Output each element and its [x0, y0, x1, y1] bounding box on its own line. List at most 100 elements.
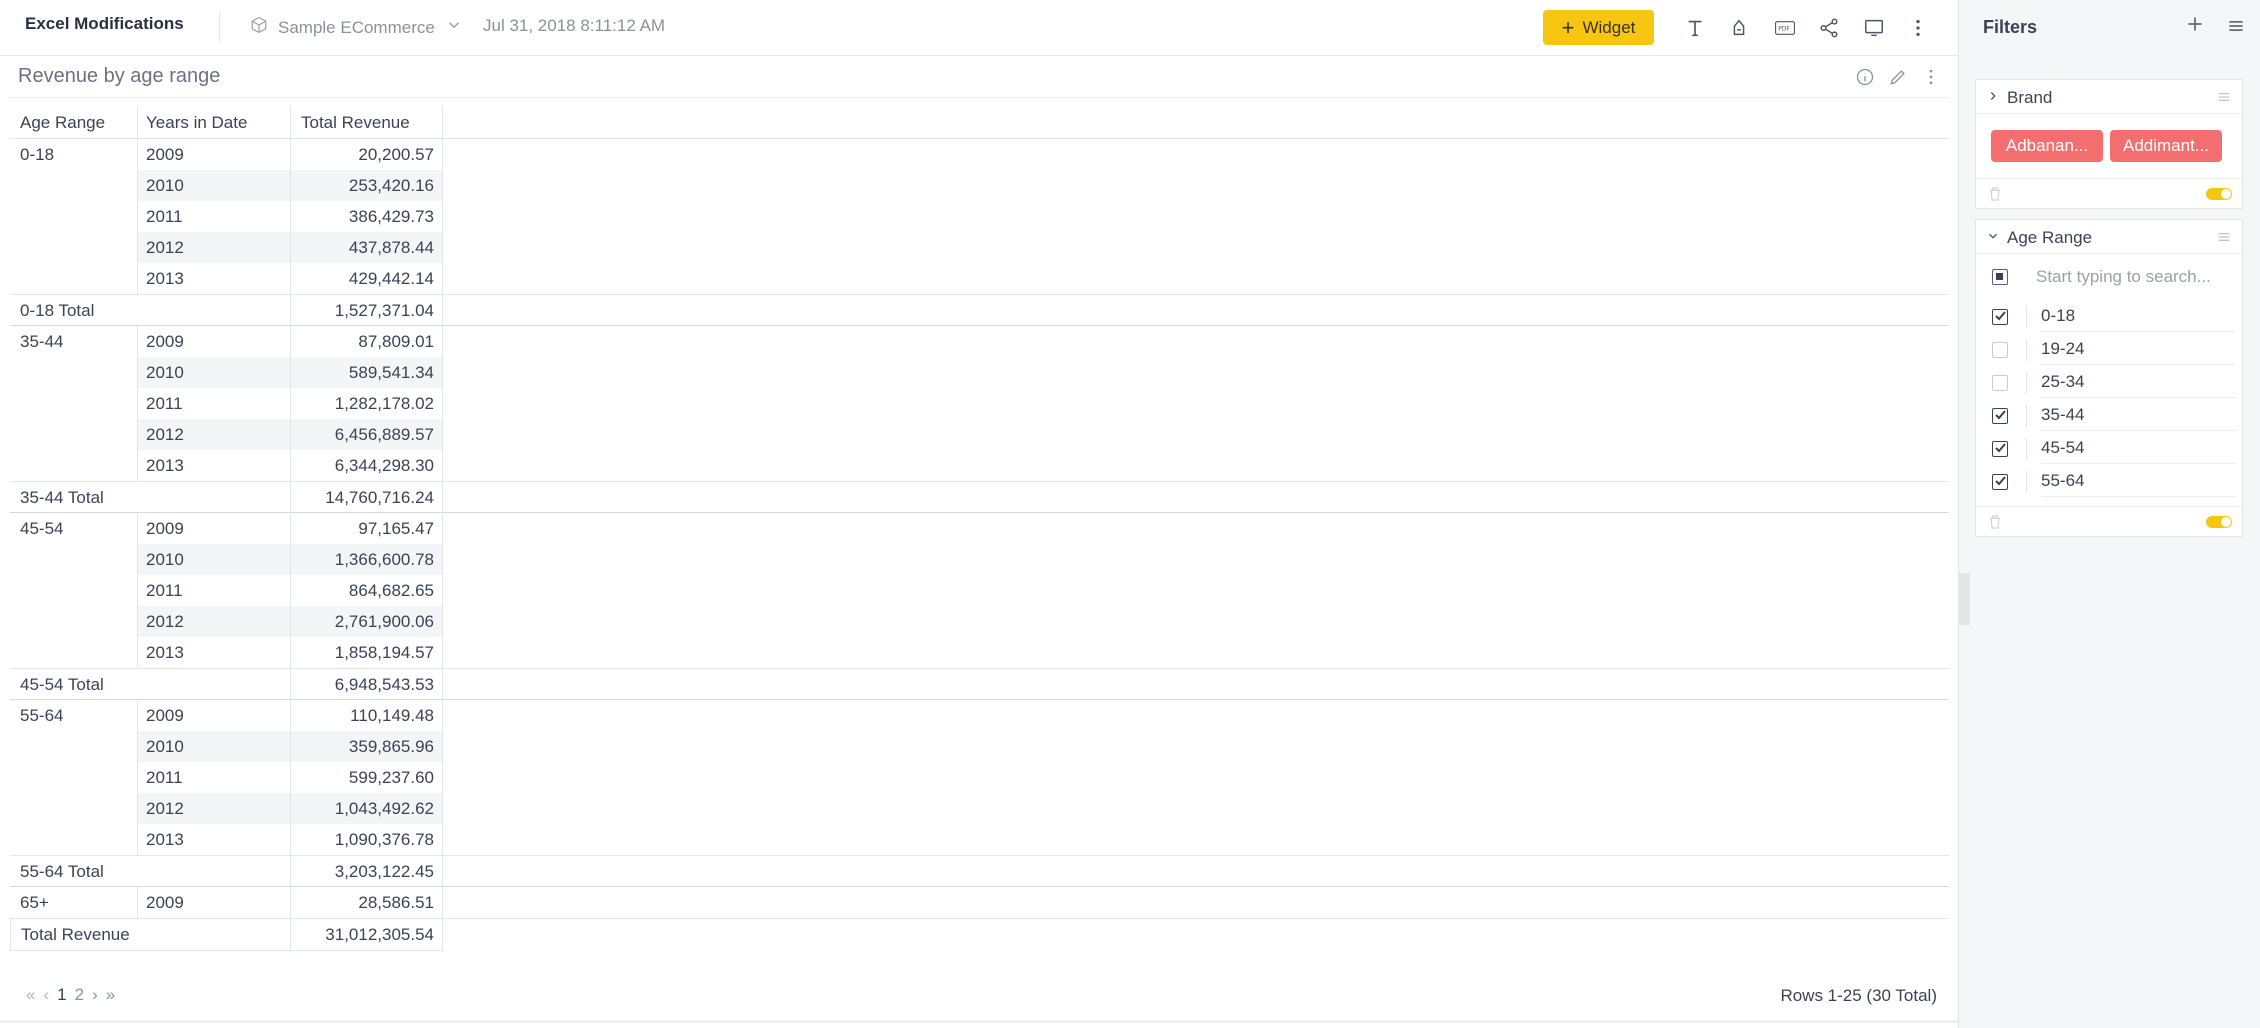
- drag-handle-icon[interactable]: [2216, 89, 2232, 110]
- revenue-cell: 1,090,376.78: [291, 824, 443, 855]
- svg-text:PDF: PDF: [1778, 27, 1790, 33]
- table-row: 55-64 2009 110,149.48: [10, 700, 1949, 731]
- grand-total-value: 31,012,305.54: [291, 919, 443, 951]
- add-filter-icon[interactable]: [2185, 14, 2205, 39]
- page-number-current[interactable]: 1: [57, 985, 66, 1005]
- info-icon[interactable]: [1853, 65, 1877, 89]
- filter-search-row: [1976, 254, 2242, 300]
- chevron-right-icon[interactable]: [1986, 89, 2000, 103]
- filter-option-checkbox[interactable]: [1992, 441, 2008, 457]
- last-page-icon[interactable]: »: [106, 985, 115, 1005]
- edit-pencil-icon[interactable]: [1886, 65, 1910, 89]
- text-icon[interactable]: [1683, 16, 1707, 40]
- filter-option-row[interactable]: 25-34: [1976, 366, 2242, 399]
- grand-total-label: Total Revenue: [10, 919, 291, 951]
- trash-icon[interactable]: [1986, 185, 2004, 208]
- drag-handle-icon[interactable]: [2216, 229, 2232, 250]
- checkmark-icon: [1995, 311, 2006, 321]
- table-row: 2011 599,237.60: [10, 762, 1949, 793]
- year-cell: 2012: [138, 606, 291, 637]
- filter-option-row[interactable]: 0-18: [1976, 300, 2242, 333]
- checkmark-icon: [1995, 443, 2006, 453]
- header-age-range[interactable]: Age Range: [10, 106, 138, 139]
- revenue-cell: 429,442.14: [291, 263, 443, 294]
- hamburger-menu-icon[interactable]: [2226, 16, 2246, 41]
- panel-collapse-handle[interactable]: [1958, 573, 1970, 625]
- brand-tag[interactable]: Adbanan...: [1991, 130, 2103, 162]
- bottom-divider: [0, 1020, 1958, 1023]
- add-widget-button[interactable]: + Widget: [1543, 10, 1654, 45]
- filter-option-row[interactable]: 45-54: [1976, 432, 2242, 465]
- header-years-in-date[interactable]: Years in Date: [138, 106, 291, 139]
- age-range-cell: 0-18: [10, 139, 138, 170]
- share-icon[interactable]: [1817, 16, 1841, 40]
- year-cell: 2012: [138, 232, 291, 263]
- filter-option-checkbox[interactable]: [1992, 309, 2008, 325]
- year-cell: 2011: [138, 762, 291, 793]
- filter-card-header[interactable]: Brand: [1976, 80, 2242, 114]
- monitor-icon[interactable]: [1862, 16, 1886, 40]
- table-row: 2011 864,682.65: [10, 575, 1949, 606]
- filter-option-row[interactable]: 35-44: [1976, 399, 2242, 432]
- age-range-cell: [10, 606, 138, 637]
- filter-option-checkbox[interactable]: [1992, 375, 2008, 391]
- chevron-down-icon[interactable]: [1986, 229, 2000, 243]
- filter-enable-toggle[interactable]: [2206, 188, 2232, 200]
- age-range-cell: [10, 575, 138, 606]
- year-cell: 2012: [138, 419, 291, 450]
- cube-icon: [250, 16, 268, 39]
- filter-option-row[interactable]: 55-64: [1976, 465, 2242, 498]
- filter-card-header[interactable]: Age Range: [1976, 220, 2242, 254]
- widget-more-vertical-icon[interactable]: [1919, 65, 1943, 89]
- prev-page-icon[interactable]: ‹: [43, 985, 49, 1005]
- age-range-cell: [10, 762, 138, 793]
- revenue-cell: 28,586.51: [291, 887, 443, 918]
- subtotal-row: 35-44 Total 14,760,716.24: [10, 481, 1949, 513]
- header-total-revenue[interactable]: Total Revenue: [291, 106, 443, 139]
- more-vertical-icon[interactable]: [1906, 16, 1930, 40]
- age-range-cell: [10, 357, 138, 388]
- filter-option-row[interactable]: 19-24: [1976, 333, 2242, 366]
- age-range-cell: 35-44: [10, 326, 138, 357]
- datasource-selector[interactable]: Sample ECommerce: [250, 16, 463, 39]
- revenue-cell: 6,456,889.57: [291, 419, 443, 450]
- revenue-cell: 1,043,492.62: [291, 793, 443, 824]
- rows-info: Rows 1-25 (30 Total): [1780, 986, 1937, 1005]
- pdf-icon[interactable]: PDF: [1771, 16, 1799, 40]
- filter-option-label: 25-34: [2041, 366, 2236, 398]
- next-page-icon[interactable]: ›: [92, 985, 98, 1005]
- subtotal-value: 1,527,371.04: [291, 295, 443, 326]
- year-cell: 2013: [138, 263, 291, 294]
- filter-option-checkbox[interactable]: [1992, 342, 2008, 358]
- year-cell: 2010: [138, 731, 291, 762]
- table-row: 2012 6,456,889.57: [10, 419, 1949, 450]
- filter-card-brand: Brand Adbanan... Addimant...: [1975, 79, 2243, 209]
- age-range-cell: [10, 793, 138, 824]
- first-page-icon[interactable]: «: [26, 985, 35, 1005]
- select-all-checkbox[interactable]: [1992, 269, 2008, 285]
- brand-tag[interactable]: Addimant...: [2110, 130, 2222, 162]
- revenue-cell: 599,237.60: [291, 762, 443, 793]
- filter-option-checkbox[interactable]: [1992, 408, 2008, 424]
- checkmark-icon: [1995, 410, 2006, 420]
- revenue-cell: 253,420.16: [291, 170, 443, 201]
- table-row: 2011 386,429.73: [10, 201, 1949, 232]
- age-range-cell: [10, 388, 138, 419]
- age-range-cell: [10, 263, 138, 294]
- filter-enable-toggle[interactable]: [2206, 516, 2232, 528]
- year-cell: 2009: [138, 139, 291, 170]
- paint-bucket-icon[interactable]: [1727, 16, 1751, 40]
- trash-icon[interactable]: [1986, 513, 2004, 536]
- widget-header: Revenue by age range: [8, 58, 1948, 98]
- year-cell: 2009: [138, 700, 291, 731]
- divider: [2026, 438, 2027, 460]
- table-row: 45-54 2009 97,165.47: [10, 513, 1949, 544]
- filter-option-label: 0-18: [2041, 300, 2236, 332]
- filter-search-input[interactable]: [2036, 264, 2231, 290]
- revenue-cell: 589,541.34: [291, 357, 443, 388]
- table-row: 2010 253,420.16: [10, 170, 1949, 201]
- age-range-cell: [10, 637, 138, 668]
- filter-option-checkbox[interactable]: [1992, 474, 2008, 490]
- divider: [2026, 306, 2027, 328]
- page-number[interactable]: 2: [75, 985, 84, 1005]
